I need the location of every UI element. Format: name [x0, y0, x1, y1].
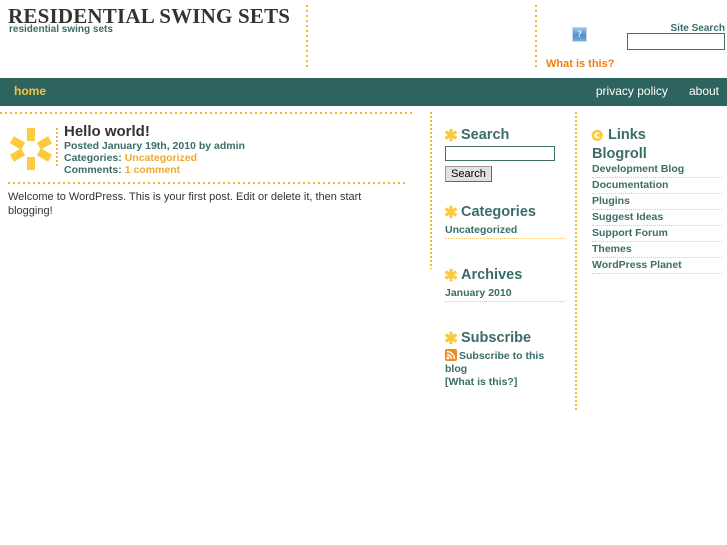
list-item[interactable]: Uncategorized [445, 223, 565, 239]
site-search-input[interactable] [627, 33, 725, 50]
widget-links-title: Links [591, 127, 722, 144]
categories-list: Uncategorized [445, 223, 565, 239]
blogroll-link[interactable]: Suggest Ideas [592, 211, 663, 223]
widget-subscribe: Subscribe Subscribe to this blog [What i… [444, 330, 565, 389]
subscribe-feed-link[interactable]: Subscribe to this blog [445, 350, 544, 375]
link-loop-icon [591, 129, 604, 141]
widget-links: Links Blogroll Development Blog Document… [591, 127, 722, 274]
list-item[interactable]: Suggest Ideas [592, 210, 722, 226]
header-divider-right [535, 5, 537, 70]
post-comments-label: Comments: [64, 164, 122, 176]
post-title: Hello world! [64, 123, 150, 140]
site-tagline: residential swing sets [9, 24, 113, 35]
post-comments-link[interactable]: 1 comment [125, 164, 180, 176]
widget-categories-title: Categories [444, 204, 565, 221]
post-categories: Categories: Uncategorized [64, 152, 197, 164]
widget-links-subtitle: Blogroll [592, 146, 647, 162]
main-navigation: home privacy policy about [0, 78, 727, 106]
asterisk-icon [444, 128, 458, 142]
sidebar-left: Search Search Categories Uncategorized A… [444, 127, 565, 405]
post-separator [8, 182, 408, 184]
nav-item-about[interactable]: about [689, 84, 719, 98]
nav-item-privacy-policy[interactable]: privacy policy [596, 84, 668, 98]
asterisk-icon [444, 205, 458, 219]
nav-right-group: privacy policy about [578, 84, 719, 98]
archive-link[interactable]: January 2010 [445, 287, 512, 299]
post-categories-label: Categories: [64, 152, 122, 164]
asterisk-icon [444, 331, 458, 345]
archives-list: January 2010 [445, 286, 565, 302]
rss-icon [445, 349, 457, 361]
sidebar-right-divider [575, 112, 577, 410]
what-is-this-link[interactable]: What is this? [546, 58, 614, 70]
list-item[interactable]: Plugins [592, 194, 722, 210]
blogroll-link[interactable]: Themes [592, 243, 632, 255]
page-header: RESIDENTIAL SWING SETS residential swing… [0, 0, 727, 78]
sidebar-left-divider [430, 112, 432, 269]
list-item[interactable]: Themes [592, 242, 722, 258]
post-comments: Comments: 1 comment [64, 164, 180, 176]
list-item[interactable]: Documentation [592, 178, 722, 194]
category-link[interactable]: Uncategorized [445, 224, 517, 236]
widget-categories: Categories Uncategorized [444, 204, 565, 239]
header-divider-left [306, 5, 308, 70]
widget-archives-title: Archives [444, 267, 565, 284]
blogroll-link[interactable]: Plugins [592, 195, 630, 207]
asterisk-icon [444, 268, 458, 282]
widget-categories-title-text: Categories [461, 204, 536, 220]
widget-archives: Archives January 2010 [444, 267, 565, 302]
widget-search: Search Search [444, 127, 565, 182]
subscribe-feed-line: Subscribe to this blog [What is this?] [445, 349, 545, 389]
blogroll-link[interactable]: WordPress Planet [592, 259, 682, 271]
widget-subscribe-title: Subscribe [444, 330, 565, 347]
widget-archives-title-text: Archives [461, 267, 523, 283]
list-item[interactable]: Support Forum [592, 226, 722, 242]
blogroll-list: Development Blog Documentation Plugins S… [592, 162, 722, 274]
post-category-link[interactable]: Uncategorized [125, 152, 197, 164]
post-date-author: Posted January 19th, 2010 by admin [64, 140, 245, 152]
nav-item-home[interactable]: home [14, 84, 46, 98]
widget-links-title-text: Links [608, 127, 646, 143]
list-item[interactable]: WordPress Planet [592, 258, 722, 274]
post-body-text: Welcome to WordPress. This is your first… [8, 191, 362, 217]
blogroll-link[interactable]: Support Forum [592, 227, 668, 239]
content-top-divider [0, 112, 412, 114]
widget-subscribe-title-text: Subscribe [461, 330, 532, 346]
broken-image-icon: ? [572, 27, 587, 42]
blogroll-link[interactable]: Development Blog [592, 163, 684, 175]
sidebar-right: Links Blogroll Development Blog Document… [591, 127, 722, 290]
list-item[interactable]: Development Blog [592, 162, 722, 178]
post-header-divider [56, 128, 58, 168]
starburst-icon [10, 128, 52, 170]
blogroll-link[interactable]: Documentation [592, 179, 668, 191]
list-item[interactable]: January 2010 [445, 286, 565, 302]
sidebar-search-button[interactable]: Search [445, 166, 492, 182]
widget-search-title-text: Search [461, 127, 510, 143]
widget-search-title: Search [444, 127, 565, 144]
subscribe-what-is-this-link[interactable]: [What is this?] [445, 376, 545, 389]
sidebar-search-input[interactable] [445, 146, 555, 161]
